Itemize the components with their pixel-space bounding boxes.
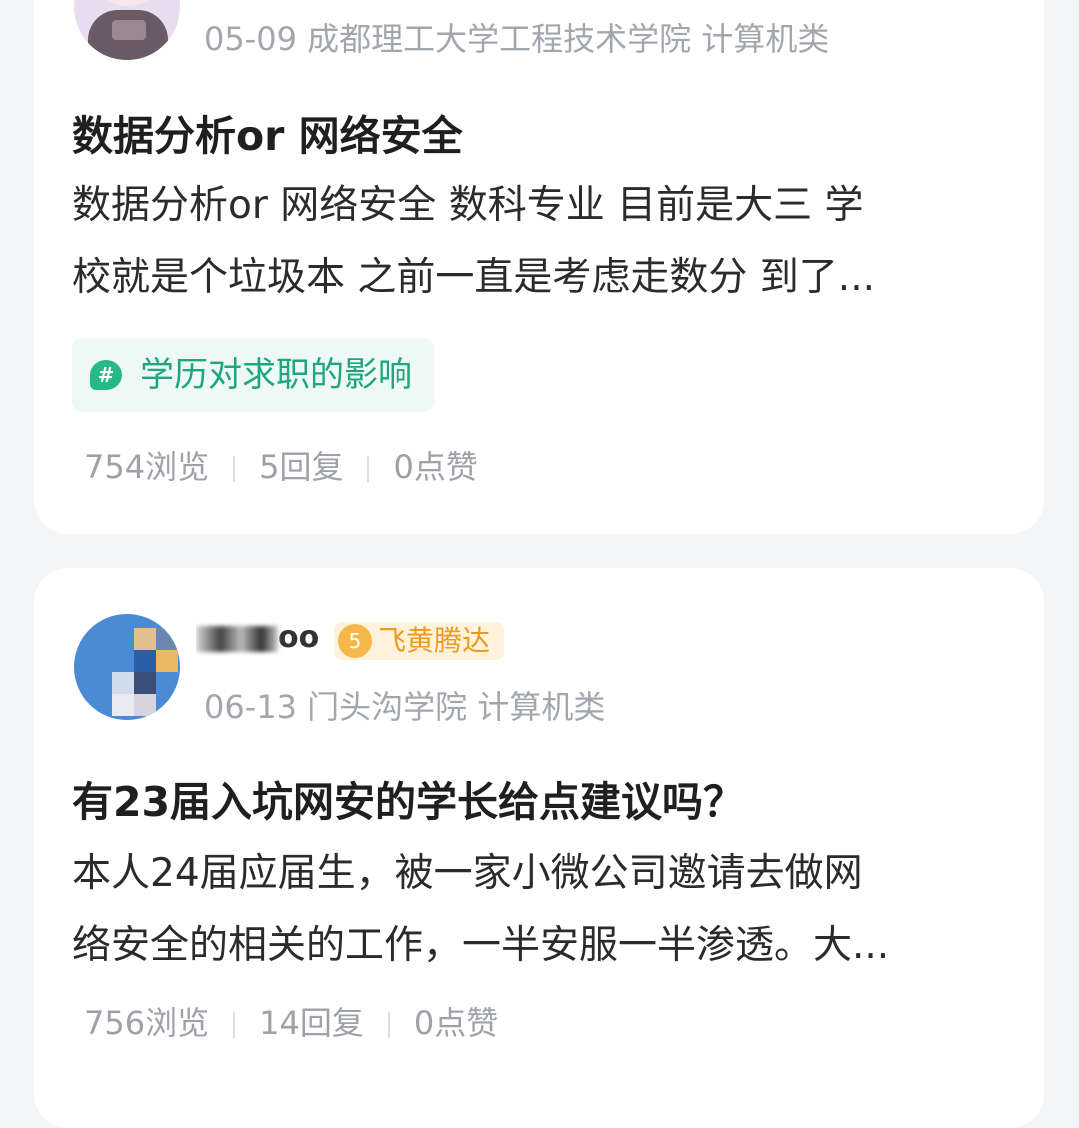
- level-badge-icon: 5: [338, 624, 372, 658]
- post-date: 05-09: [204, 20, 297, 58]
- view-count: 754浏览: [84, 448, 210, 486]
- username-blurred: [196, 625, 278, 652]
- post-excerpt[interactable]: 本人24届应届生，被一家小微公司邀请去做网 络安全的相关的工作，一半安服一半渗透…: [72, 838, 1012, 982]
- level-title: 飞黄腾达: [378, 624, 491, 657]
- post-school: 门头沟学院: [307, 688, 468, 726]
- post-meta: 05-09 成都理工大学工程技术学院 计算机类: [204, 14, 829, 60]
- post-category: 计算机类: [477, 688, 606, 726]
- post-title[interactable]: 数据分析or 网络安全: [72, 102, 463, 162]
- like-count: 0点赞: [413, 1004, 499, 1042]
- avatar[interactable]: [74, 614, 180, 720]
- excerpt-line: 校就是个垃圾本 之前一直是考虑走数分 到了...: [72, 255, 875, 300]
- post-category: 计算机类: [701, 20, 830, 58]
- divider: [233, 1012, 236, 1038]
- level-badge[interactable]: 5 飞黄腾达: [334, 622, 505, 660]
- divider: [233, 456, 236, 482]
- reply-count: 14回复: [259, 1004, 364, 1042]
- post-stats: 754浏览 5回复 0点赞: [84, 442, 478, 488]
- post-meta: 06-13 门头沟学院 计算机类: [204, 682, 605, 728]
- divider: [367, 456, 370, 482]
- reply-count: 5回复: [259, 448, 344, 486]
- excerpt-line: 本人24届应届生，被一家小微公司邀请去做网: [72, 851, 863, 896]
- like-count: 0点赞: [393, 448, 478, 486]
- excerpt-line: 络安全的相关的工作，一半安服一半渗透。大...: [72, 923, 890, 968]
- post-stats: 756浏览 14回复 0点赞: [84, 998, 498, 1044]
- excerpt-line: 数据分析or 网络安全 数科专业 目前是大三 学: [72, 183, 864, 228]
- topic-tag-label: 学历对求职的影响: [140, 355, 412, 395]
- post-card[interactable]: oo 5 飞黄腾达 06-13 门头沟学院 计算机类 有23届入坑网安的学长给点…: [34, 568, 1044, 1128]
- username[interactable]: oo: [196, 620, 326, 660]
- divider: [387, 1012, 390, 1038]
- post-excerpt[interactable]: 数据分析or 网络安全 数科专业 目前是大三 学 校就是个垃圾本 之前一直是考虑…: [72, 170, 1012, 314]
- avatar[interactable]: [74, 0, 180, 60]
- post-title[interactable]: 有23届入坑网安的学长给点建议吗？: [72, 768, 744, 828]
- post-date: 06-13: [204, 688, 297, 726]
- username-text: oo: [278, 620, 320, 655]
- hashtag-icon: #: [90, 360, 122, 390]
- post-school: 成都理工大学工程技术学院: [307, 20, 692, 58]
- topic-tag[interactable]: # 学历对求职的影响: [72, 338, 434, 412]
- view-count: 756浏览: [84, 1004, 210, 1042]
- post-card[interactable]: 05-09 成都理工大学工程技术学院 计算机类 数据分析or 网络安全 数据分析…: [34, 0, 1044, 534]
